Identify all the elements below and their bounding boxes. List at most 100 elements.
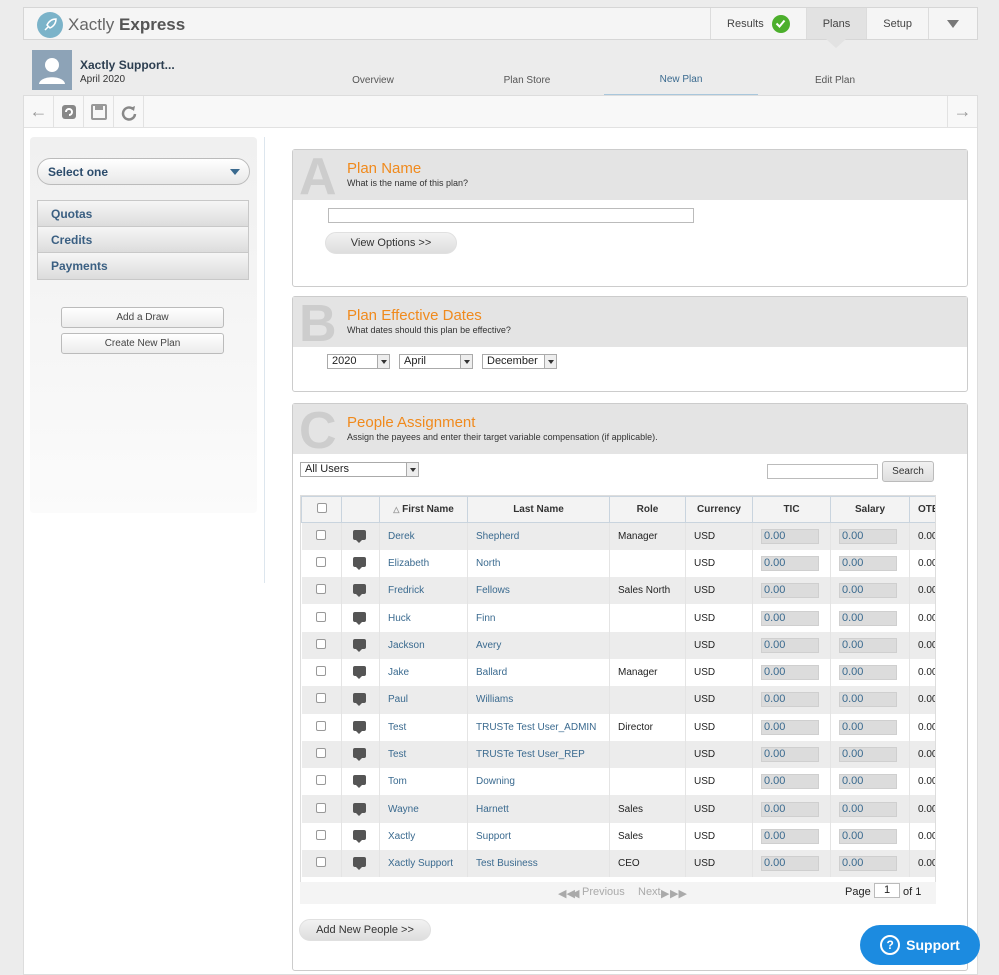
row-checkbox[interactable] — [315, 638, 326, 649]
start-month-select[interactable]: April — [399, 354, 473, 369]
salary-input[interactable]: 0.00 — [839, 637, 897, 653]
row-checkbox[interactable] — [315, 611, 326, 622]
last-name-cell[interactable]: North — [467, 549, 610, 578]
search-button[interactable]: Search — [882, 461, 934, 482]
last-name-cell[interactable]: Downing — [467, 768, 610, 796]
page-input[interactable]: 1 — [874, 883, 900, 898]
tic-input[interactable]: 0.00 — [761, 528, 819, 544]
row-checkbox[interactable] — [315, 829, 326, 840]
user-name[interactable]: Xactly Support... — [80, 58, 175, 72]
forward-arrow-icon[interactable]: → — [947, 96, 977, 127]
plan-type-select[interactable]: Select one — [37, 158, 250, 185]
comment-icon[interactable] — [353, 829, 366, 843]
tab-edit-plan[interactable]: Edit Plan — [758, 64, 912, 96]
tic-input[interactable]: 0.00 — [761, 719, 819, 735]
salary-input[interactable]: 0.00 — [839, 555, 897, 571]
comment-icon[interactable] — [353, 638, 366, 652]
first-name-cell[interactable]: Test — [379, 740, 468, 769]
refresh-icon[interactable] — [54, 96, 84, 127]
save-icon[interactable] — [84, 96, 114, 127]
select-all-checkbox[interactable] — [316, 503, 327, 513]
redo-icon[interactable] — [114, 96, 144, 127]
row-checkbox[interactable] — [315, 857, 326, 868]
first-name-cell[interactable]: Xactly Support — [379, 850, 468, 878]
first-name-cell[interactable]: Fredrick — [379, 577, 468, 605]
col-ote[interactable]: OTE — [909, 496, 935, 523]
last-name-cell[interactable]: Support — [467, 822, 610, 851]
comment-icon[interactable] — [353, 584, 366, 598]
row-checkbox[interactable] — [315, 666, 326, 677]
create-new-plan-button[interactable]: Create New Plan — [61, 333, 224, 354]
tic-input[interactable]: 0.00 — [761, 692, 819, 708]
comment-icon[interactable] — [353, 556, 366, 570]
row-checkbox[interactable] — [315, 693, 326, 704]
salary-input[interactable]: 0.00 — [839, 856, 897, 872]
nav-results[interactable]: Results — [710, 8, 806, 39]
last-name-cell[interactable]: Harnett — [467, 795, 610, 823]
salary-input[interactable]: 0.00 — [839, 610, 897, 626]
first-name-cell[interactable]: Elizabeth — [379, 549, 468, 578]
col-last-name[interactable]: Last Name — [467, 496, 610, 523]
nav-setup[interactable]: Setup — [866, 8, 928, 39]
app-logo[interactable]: Xactly Express — [37, 12, 185, 38]
first-name-cell[interactable]: Jackson — [379, 631, 468, 659]
user-filter-select[interactable]: All Users — [300, 462, 419, 477]
previous-button[interactable]: Previous — [582, 886, 625, 898]
add-new-people-button[interactable]: Add New People >> — [299, 919, 431, 941]
comment-icon[interactable] — [353, 693, 366, 707]
last-name-cell[interactable]: Test Business — [467, 850, 610, 878]
row-checkbox[interactable] — [315, 720, 326, 731]
first-name-cell[interactable]: Derek — [379, 522, 468, 550]
sidebar-item-quotas[interactable]: Quotas — [38, 201, 248, 227]
tic-input[interactable]: 0.00 — [761, 555, 819, 571]
back-arrow-icon[interactable]: ← — [24, 96, 54, 127]
view-options-button[interactable]: View Options >> — [325, 232, 457, 254]
tic-input[interactable]: 0.00 — [761, 747, 819, 763]
salary-input[interactable]: 0.00 — [839, 528, 897, 544]
salary-input[interactable]: 0.00 — [839, 774, 897, 790]
first-name-cell[interactable]: Test — [379, 713, 468, 741]
comment-icon[interactable] — [353, 748, 366, 762]
comment-icon[interactable] — [353, 611, 366, 625]
nav-more[interactable] — [928, 8, 977, 39]
first-name-cell[interactable]: Paul — [379, 686, 468, 714]
row-checkbox[interactable] — [315, 529, 326, 540]
last-page-icon[interactable]: ▶▶ — [670, 887, 687, 900]
salary-input[interactable]: 0.00 — [839, 719, 897, 735]
salary-input[interactable]: 0.00 — [839, 583, 897, 599]
row-checkbox[interactable] — [315, 748, 326, 759]
col-tic[interactable]: TIC — [752, 496, 831, 523]
search-input[interactable] — [767, 464, 878, 479]
salary-input[interactable]: 0.00 — [839, 801, 897, 817]
row-checkbox[interactable] — [315, 802, 326, 813]
salary-input[interactable]: 0.00 — [839, 747, 897, 763]
last-name-cell[interactable]: Finn — [467, 604, 610, 632]
last-name-cell[interactable]: Avery — [467, 631, 610, 659]
last-name-cell[interactable]: TRUSTe Test User_REP — [467, 740, 610, 769]
last-name-cell[interactable]: Williams — [467, 686, 610, 714]
row-checkbox[interactable] — [315, 584, 326, 595]
tab-new-plan[interactable]: New Plan — [604, 64, 758, 96]
tab-overview[interactable]: Overview — [296, 64, 450, 96]
year-select[interactable]: 2020 — [327, 354, 390, 369]
last-name-cell[interactable]: Ballard — [467, 658, 610, 687]
comment-icon[interactable] — [353, 775, 366, 789]
row-checkbox[interactable] — [315, 775, 326, 786]
tab-plan-store[interactable]: Plan Store — [450, 64, 604, 96]
salary-input[interactable]: 0.00 — [839, 692, 897, 708]
salary-input[interactable]: 0.00 — [839, 665, 897, 681]
add-draw-button[interactable]: Add a Draw — [61, 307, 224, 328]
col-salary[interactable]: Salary — [830, 496, 910, 523]
last-name-cell[interactable]: Fellows — [467, 577, 610, 605]
last-name-cell[interactable]: Shepherd — [467, 522, 610, 550]
comment-icon[interactable] — [353, 666, 366, 680]
next-button[interactable]: Next — [638, 886, 661, 898]
comment-icon[interactable] — [353, 802, 366, 816]
first-name-cell[interactable]: Wayne — [379, 795, 468, 823]
sidebar-item-credits[interactable]: Credits — [38, 227, 248, 253]
tic-input[interactable]: 0.00 — [761, 637, 819, 653]
last-name-cell[interactable]: TRUSTe Test User_ADMIN — [467, 713, 610, 741]
col-first-name[interactable]: △ First Name — [379, 496, 468, 523]
sidebar-item-payments[interactable]: Payments — [38, 253, 248, 279]
tic-input[interactable]: 0.00 — [761, 801, 819, 817]
